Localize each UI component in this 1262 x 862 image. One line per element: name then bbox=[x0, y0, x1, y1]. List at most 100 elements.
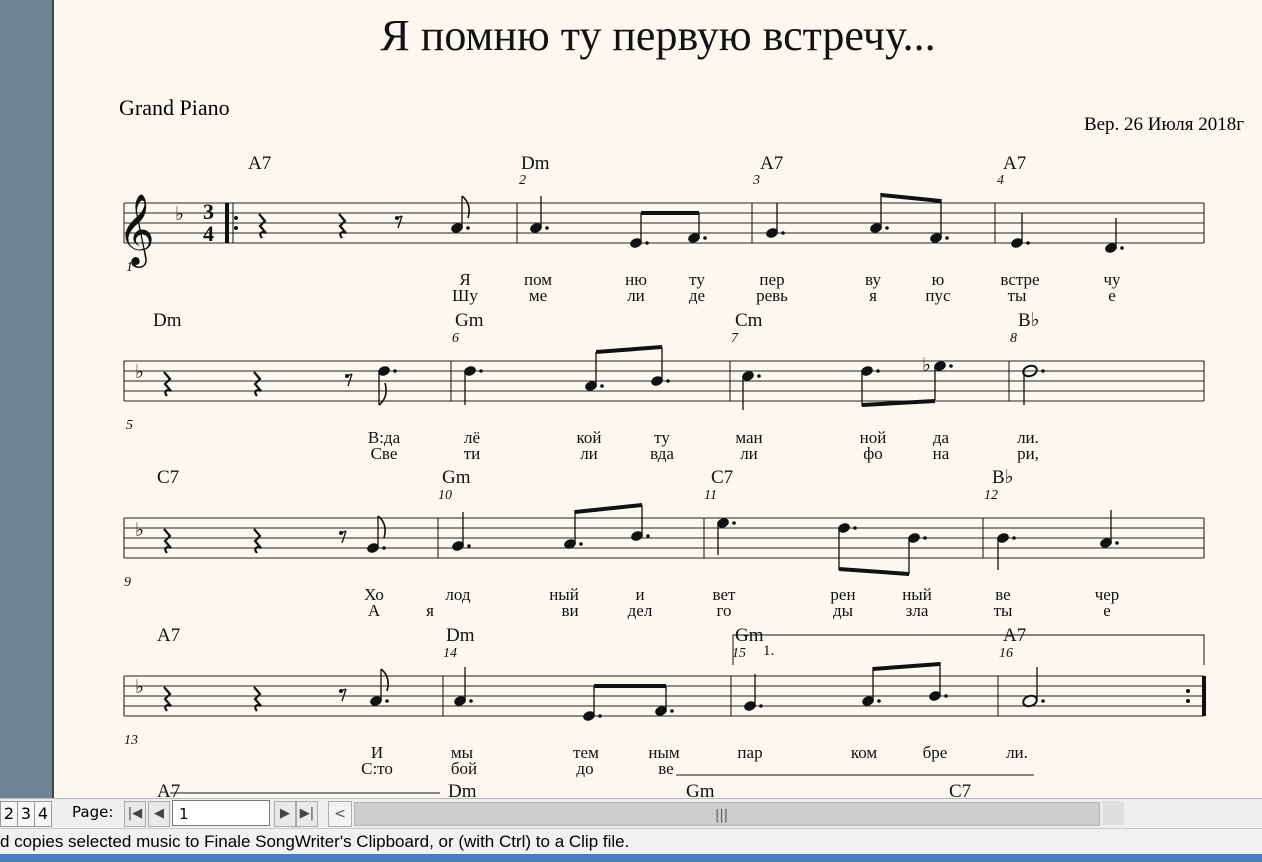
note-flag bbox=[380, 668, 389, 692]
note-dot bbox=[600, 384, 604, 388]
chord-symbol: B♭ bbox=[1018, 310, 1040, 331]
measure-number: 10 bbox=[438, 488, 452, 503]
chord-symbol: C7 bbox=[711, 467, 733, 488]
lyric-verse-2: пус bbox=[925, 286, 951, 305]
note-beam bbox=[596, 345, 662, 354]
lyric-verse-2: ты bbox=[1008, 286, 1027, 305]
lyric-verse-2: ве bbox=[658, 759, 673, 778]
volta-label: 1. bbox=[763, 643, 774, 659]
flat-sign: ♭ bbox=[175, 204, 184, 225]
quarter-rest bbox=[253, 686, 262, 712]
chord-symbol: A7 bbox=[248, 153, 271, 174]
note-dot bbox=[944, 694, 948, 698]
quarter-rest bbox=[253, 371, 262, 397]
chord-symbol: Dm bbox=[446, 625, 475, 646]
note-beam bbox=[873, 662, 940, 671]
lyric-verse-2: до bbox=[576, 759, 593, 778]
lyric-verse-2: ли bbox=[627, 286, 645, 305]
taskbar-strip bbox=[0, 854, 1262, 862]
next-page-icon[interactable]: ▶ bbox=[274, 801, 296, 827]
lyric-verse-2: е bbox=[1108, 286, 1116, 305]
lyric-verse-2: ды bbox=[833, 601, 854, 620]
lyric-verse-2: фо bbox=[863, 444, 883, 463]
lyric-verse-2: де bbox=[689, 286, 705, 305]
lyric-verse-2: ме bbox=[529, 286, 547, 305]
lyric-verse-1: ком bbox=[851, 743, 878, 762]
note-dot bbox=[1041, 369, 1045, 373]
note-beam bbox=[862, 399, 935, 407]
score-page[interactable]: Я помню ту первую встречу... Grand Piano… bbox=[54, 0, 1262, 798]
measure-number: 8 bbox=[1010, 331, 1017, 346]
page-tab-3[interactable]: 3 bbox=[17, 801, 35, 827]
scroll-right-area[interactable] bbox=[1102, 801, 1124, 825]
lyric-verse-2: Све bbox=[371, 444, 398, 463]
lyric-verse-1: лод bbox=[445, 585, 470, 604]
measure-number: 2 bbox=[519, 173, 526, 188]
note-dot bbox=[853, 526, 857, 530]
horizontal-scrollbar[interactable]: ||| bbox=[354, 802, 1100, 826]
lyric-verse-1: ли. bbox=[1006, 743, 1028, 762]
measure-number: 13 bbox=[124, 733, 138, 748]
chord-symbol: Cm bbox=[735, 310, 763, 331]
last-page-icon[interactable]: ▶| bbox=[296, 801, 318, 827]
quarter-rest bbox=[258, 213, 267, 239]
note-beam bbox=[839, 567, 909, 576]
scroll-grip-icon[interactable]: ||| bbox=[715, 808, 728, 823]
chord-symbol: Dm bbox=[521, 153, 550, 174]
lyric-verse-2: ти bbox=[464, 444, 481, 463]
note-dot bbox=[1120, 246, 1124, 250]
page-tab-2[interactable]: 2 bbox=[0, 801, 18, 827]
first-page-icon[interactable]: |◀ bbox=[124, 801, 146, 827]
note-dot bbox=[466, 226, 470, 230]
lyric-verse-2: ви bbox=[561, 601, 578, 620]
status-bar: d copies selected music to Finale SongWr… bbox=[0, 828, 1262, 855]
treble-clef-icon: 𝄞 bbox=[118, 192, 155, 268]
chord-symbol: Gm bbox=[686, 781, 715, 798]
note-dot bbox=[1026, 241, 1030, 245]
note-dot bbox=[545, 226, 549, 230]
note-dot bbox=[1012, 536, 1016, 540]
note-flag bbox=[377, 515, 386, 539]
lyric-verse-2: е bbox=[1103, 601, 1111, 620]
chord-symbol: C7 bbox=[949, 781, 971, 798]
note-dot bbox=[479, 369, 483, 373]
note-dot bbox=[670, 709, 674, 713]
page-number-input[interactable]: 1 bbox=[172, 800, 270, 826]
chord-symbol: C7 bbox=[157, 467, 179, 488]
scroll-left-icon[interactable]: < bbox=[328, 801, 352, 827]
notation-canvas[interactable]: 𝄞 ♭ 34♭♭♭A7 Dm A7 A712 3 4Я пом ню ту пер ву ю встре чу… bbox=[54, 0, 1262, 798]
note-dot bbox=[382, 546, 386, 550]
chord-symbol: Dm bbox=[448, 781, 477, 798]
flat-sign: ♭ bbox=[135, 520, 144, 541]
measure-number: 9 bbox=[124, 575, 131, 590]
prev-page-icon[interactable]: ◀ bbox=[148, 801, 170, 827]
repeat-dot bbox=[1186, 699, 1190, 703]
note-flag bbox=[461, 195, 470, 219]
lyric-verse-2: зла bbox=[906, 601, 929, 620]
quarter-rest bbox=[163, 528, 172, 554]
lyric-verse-2: я bbox=[426, 601, 434, 620]
measure-number: 6 bbox=[452, 331, 459, 346]
note-beam bbox=[594, 684, 666, 688]
note-dot bbox=[469, 699, 473, 703]
lyric-verse-2: С:то bbox=[361, 759, 393, 778]
note-beam bbox=[641, 211, 699, 215]
flat-sign: ♭ bbox=[135, 362, 144, 383]
chord-symbol: A7 bbox=[760, 153, 783, 174]
page-tab-4[interactable]: 4 bbox=[34, 801, 52, 827]
quarter-rest bbox=[338, 213, 347, 239]
flat-sign: ♭ bbox=[922, 355, 931, 376]
note-dot bbox=[579, 542, 583, 546]
lyric-verse-2: я bbox=[869, 286, 877, 305]
chord-symbol: Gm bbox=[442, 467, 471, 488]
note-dot bbox=[1041, 699, 1045, 703]
page-label: Page: bbox=[72, 803, 114, 821]
note-dot bbox=[885, 226, 889, 230]
lyric-verse-2: на bbox=[933, 444, 950, 463]
measure-number: 12 bbox=[984, 488, 998, 503]
measure-number: 11 bbox=[704, 488, 717, 503]
quarter-rest bbox=[163, 371, 172, 397]
measure-number: 15 bbox=[732, 646, 746, 661]
lyric-verse-2: ли bbox=[740, 444, 758, 463]
repeat-dot bbox=[1186, 689, 1190, 693]
